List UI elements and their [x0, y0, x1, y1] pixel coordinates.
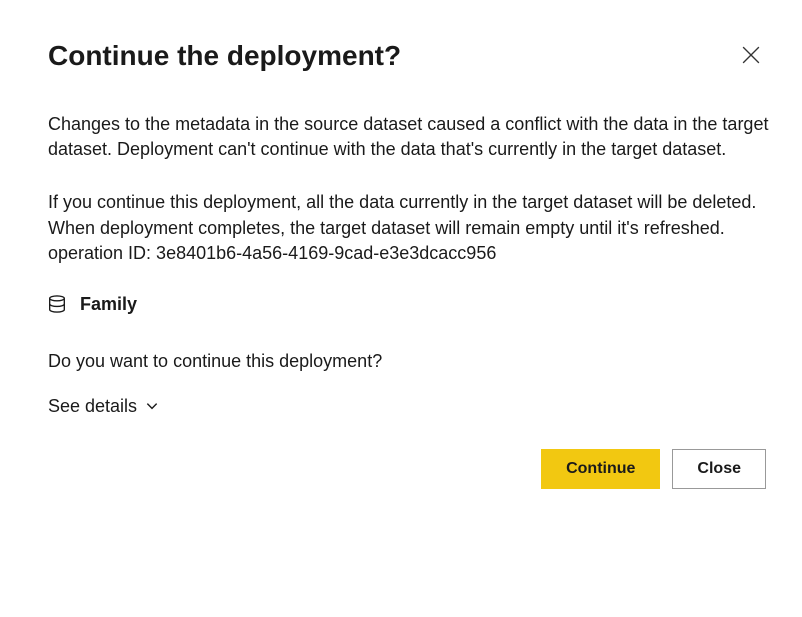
deployment-confirm-dialog: Continue the deployment? Changes to the … [0, 0, 802, 521]
continue-button[interactable]: Continue [541, 449, 660, 489]
see-details-label: See details [48, 396, 137, 417]
warning-paragraph-2: If you continue this deployment, all the… [48, 190, 770, 266]
dialog-title: Continue the deployment? [48, 40, 401, 72]
confirm-question: Do you want to continue this deployment? [48, 351, 770, 372]
chevron-down-icon [145, 399, 159, 413]
dataset-row: Family [48, 294, 770, 315]
warning-paragraph-1: Changes to the metadata in the source da… [48, 112, 770, 162]
dialog-footer: Continue Close [48, 449, 770, 489]
see-details-toggle[interactable]: See details [48, 396, 159, 417]
close-button[interactable]: Close [672, 449, 766, 489]
dialog-header: Continue the deployment? [48, 40, 770, 72]
database-icon [48, 295, 66, 313]
dataset-name: Family [80, 294, 137, 315]
close-icon-button[interactable] [738, 42, 764, 68]
close-icon [742, 46, 760, 64]
